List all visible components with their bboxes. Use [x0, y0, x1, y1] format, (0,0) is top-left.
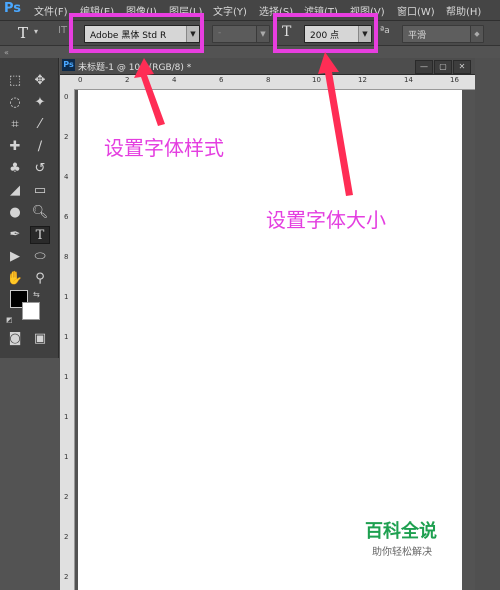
- font-style-annotation: 设置字体样式: [104, 136, 224, 160]
- type-tool-preset-icon[interactable]: T: [18, 24, 28, 42]
- ruler-tick-label: 4: [64, 173, 69, 181]
- document-canvas[interactable]: [78, 90, 462, 590]
- ruler-tick-label: 14: [404, 76, 413, 84]
- ruler-tick-label: 2: [64, 573, 69, 581]
- minimize-icon[interactable]: —: [415, 60, 433, 74]
- preset-dropdown-icon[interactable]: ▾: [34, 27, 38, 36]
- zoom-tool-icon[interactable]: ⚲: [30, 270, 50, 288]
- ruler-tick-label: 8: [64, 253, 69, 261]
- hand-tool-icon[interactable]: ✋: [5, 270, 25, 288]
- menu-help[interactable]: 帮助(H): [446, 3, 481, 18]
- background-color-swatch[interactable]: [22, 302, 40, 320]
- ellipse-tool-icon[interactable]: ⬭: [30, 248, 50, 266]
- ruler-tick-label: 4: [172, 76, 177, 84]
- document-title: 未标题-1 @ 10...(RGB/8) *: [78, 63, 192, 73]
- eraser-tool-icon[interactable]: ◢: [5, 182, 25, 200]
- ruler-tick-label: 6: [64, 213, 69, 221]
- ps-document-icon: Ps: [62, 59, 75, 71]
- crop-tool-icon[interactable]: ⌗: [5, 116, 25, 134]
- eyedropper-icon[interactable]: ⁄: [30, 116, 50, 134]
- ruler-tick-label: 16: [450, 76, 459, 84]
- font-size-highlight: [273, 13, 378, 53]
- ruler-tick-label: 1: [64, 293, 69, 301]
- ruler-tick-label: 10: [312, 76, 321, 84]
- gradient-tool-icon[interactable]: ▭: [30, 182, 50, 200]
- watermark-subtitle: 助你轻松解决: [372, 547, 432, 558]
- ruler-tick-label: 0: [78, 76, 83, 84]
- marquee-tool-icon[interactable]: ⬚: [5, 72, 25, 90]
- antialias-select[interactable]: 平滑 ◆: [402, 25, 484, 43]
- ruler-tick-label: 0: [64, 93, 69, 101]
- quick-mask-icon[interactable]: ◙: [5, 330, 25, 348]
- panel-collapse-icon[interactable]: «: [4, 48, 9, 57]
- history-brush-icon[interactable]: ↺: [30, 160, 50, 178]
- ruler-tick-label: 1: [64, 373, 69, 381]
- dodge-tool-icon[interactable]: 🔍︎: [30, 204, 50, 222]
- stamp-tool-icon[interactable]: ♣: [5, 160, 25, 178]
- ruler-tick-label: 2: [64, 533, 69, 541]
- font-size-annotation: 设置字体大小: [266, 208, 386, 232]
- antialias-value: 平滑: [408, 31, 427, 41]
- ruler-tick-label: 8: [266, 76, 271, 84]
- magic-wand-icon[interactable]: ✦: [30, 94, 50, 112]
- tools-panel: « ⬚ ✥ ◌ ✦ ⌗ ⁄ ✚ ∕ ♣ ↺ ◢ ▭ ● 🔍︎ ✒ T ▶ ⬭ ✋…: [0, 48, 59, 358]
- vertical-ruler: 0 2 4 6 8 1 1 1 1 1 2 2 2: [60, 89, 75, 590]
- menu-window[interactable]: 窗口(W): [397, 3, 435, 18]
- close-icon[interactable]: ✕: [453, 60, 471, 74]
- chevron-down-icon: ▼: [256, 26, 269, 42]
- font-family-highlight: [69, 13, 204, 53]
- menu-type[interactable]: 文字(Y): [213, 3, 247, 18]
- horizontal-ruler: 0 2 4 6 8 10 12 14 16: [60, 75, 475, 90]
- brush-tool-icon[interactable]: ∕: [30, 138, 50, 156]
- type-tool-icon[interactable]: T: [30, 226, 50, 244]
- ruler-tick-label: 1: [64, 333, 69, 341]
- right-panel-strip: [475, 58, 500, 590]
- ruler-tick-label: 1: [64, 453, 69, 461]
- antialias-icon: ªa: [380, 26, 390, 36]
- blur-tool-icon[interactable]: ●: [5, 204, 25, 222]
- text-orientation-icon[interactable]: IT: [58, 25, 67, 36]
- document-tab[interactable]: Ps 未标题-1 @ 10...(RGB/8) * — ▢ ✕: [60, 58, 475, 75]
- screen-mode-icon[interactable]: ▣: [30, 330, 50, 348]
- ruler-tick-label: 2: [125, 76, 130, 84]
- default-colors-icon[interactable]: ◩: [6, 316, 13, 324]
- path-select-icon[interactable]: ▶: [5, 248, 25, 266]
- swap-colors-icon[interactable]: ⇆: [33, 290, 40, 299]
- lasso-tool-icon[interactable]: ◌: [5, 94, 25, 112]
- chevron-updown-icon: ◆: [470, 26, 483, 42]
- move-tool-icon[interactable]: ✥: [30, 72, 50, 90]
- photoshop-logo: Ps: [4, 1, 22, 16]
- ruler-tick-label: 2: [64, 493, 69, 501]
- font-style-select[interactable]: - ▼: [212, 25, 270, 43]
- healing-brush-icon[interactable]: ✚: [5, 138, 25, 156]
- ruler-tick-label: 12: [358, 76, 367, 84]
- pen-tool-icon[interactable]: ✒: [5, 226, 25, 244]
- menu-file[interactable]: 文件(F): [34, 3, 68, 18]
- ruler-tick-label: 1: [64, 413, 69, 421]
- ruler-tick-label: 2: [64, 133, 69, 141]
- ruler-tick-label: 6: [219, 76, 224, 84]
- watermark-title: 百科全说: [365, 521, 437, 542]
- restore-icon[interactable]: ▢: [434, 60, 452, 74]
- font-style-value: -: [218, 28, 222, 38]
